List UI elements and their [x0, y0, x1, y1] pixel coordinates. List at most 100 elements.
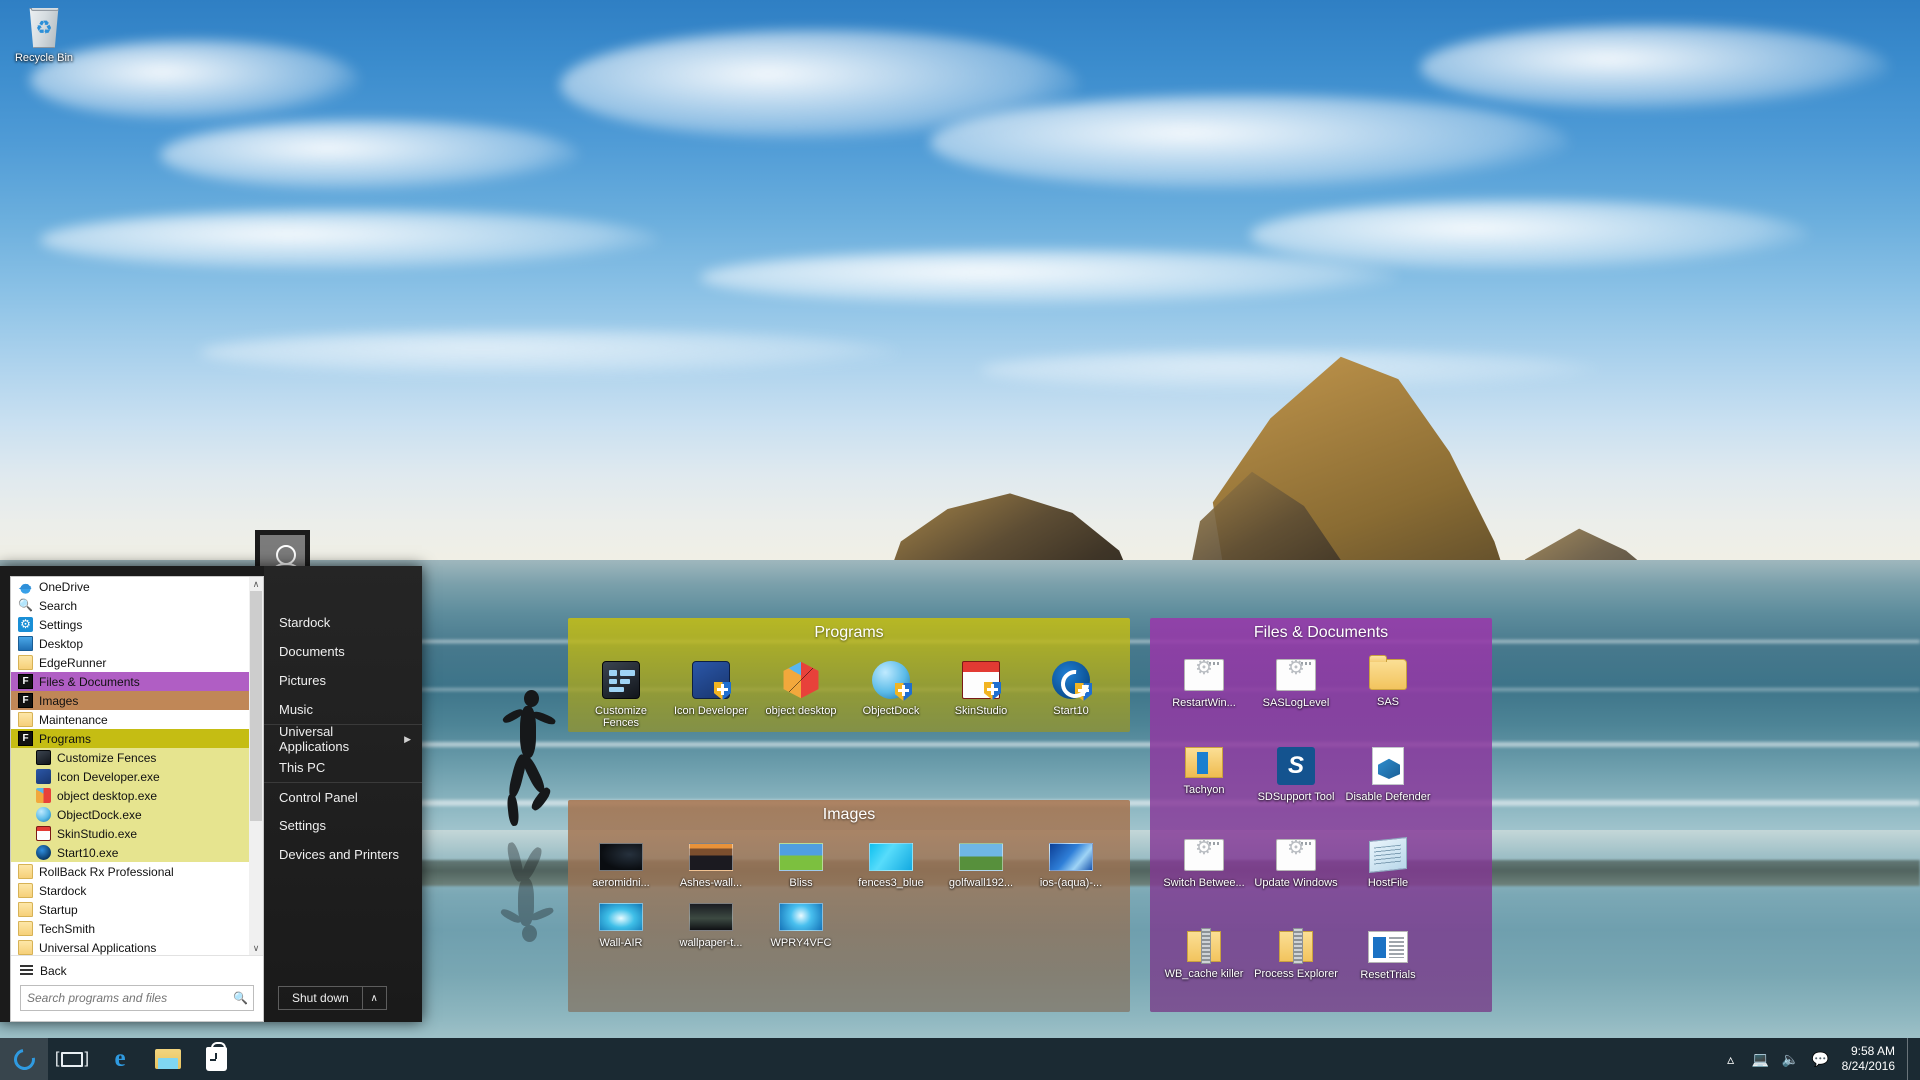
desktop-icon: [18, 636, 33, 651]
start-menu-right-item-control-panel[interactable]: Control Panel: [264, 782, 422, 811]
start-menu-right-item-documents[interactable]: Documents: [264, 637, 422, 666]
edge-button[interactable]: e: [96, 1038, 144, 1080]
start-menu-item-search[interactable]: Search: [11, 596, 249, 615]
fence-item[interactable]: SDSupport Tool: [1250, 741, 1342, 833]
folder-icon: [18, 902, 33, 917]
fence-files-documents[interactable]: Files & Documents RestartWin... SASLogLe…: [1150, 618, 1492, 1012]
start-menu-right-item-music[interactable]: Music: [264, 695, 422, 724]
start-menu-item-settings[interactable]: Settings: [11, 615, 249, 634]
start-menu-item-edgerunner[interactable]: EdgeRunner: [11, 653, 249, 672]
start-menu-item-label: SkinStudio.exe: [57, 827, 137, 841]
store-button[interactable]: [192, 1038, 240, 1080]
fence-item[interactable]: Customize Fences: [576, 655, 666, 732]
fence-item[interactable]: Icon Developer: [666, 655, 756, 732]
start-menu-item-start10[interactable]: Start10.exe: [11, 843, 249, 862]
fence-item[interactable]: Start10: [1026, 655, 1116, 732]
start-menu-item-programs[interactable]: Programs: [11, 729, 249, 748]
fence-item[interactable]: WPRY4VFC: [756, 897, 846, 957]
fence-item[interactable]: golfwall192...: [936, 837, 1026, 897]
start-menu-item-images[interactable]: Images: [11, 691, 249, 710]
show-hidden-icons-chevron-icon[interactable]: ▵: [1716, 1051, 1746, 1068]
folder-files-icon: [1369, 659, 1407, 690]
scrollbar-thumb[interactable]: [250, 591, 262, 821]
fence-item[interactable]: ObjectDock: [846, 655, 936, 732]
task-view-button[interactable]: [48, 1038, 96, 1080]
start-menu-scrollbar[interactable]: ∧ ∨: [249, 577, 263, 955]
start-menu-back-button[interactable]: Back: [11, 955, 263, 985]
start-menu-item-object-desktop[interactable]: object desktop.exe: [11, 786, 249, 805]
start-menu-right-item-stardock[interactable]: Stardock: [264, 608, 422, 637]
fence-item[interactable]: wallpaper-t...: [666, 897, 756, 957]
start-menu-item-maintenance[interactable]: Maintenance: [11, 710, 249, 729]
right-item-label: Control Panel: [279, 790, 358, 805]
start-menu-item-stardock[interactable]: Stardock: [11, 881, 249, 900]
taskbar[interactable]: e ▵ 💻 🔈 💬 9:58 AM 8/24/2016: [0, 1038, 1920, 1080]
start-menu-right-item-this-pc[interactable]: This PC: [264, 753, 422, 782]
fence-item[interactable]: Tachyon: [1158, 741, 1250, 833]
shutdown-button[interactable]: Shut down: [278, 986, 363, 1010]
fence-item[interactable]: HostFile: [1342, 833, 1434, 925]
start-menu-item-onedrive[interactable]: OneDrive: [11, 577, 249, 596]
start-menu-item-desktop[interactable]: Desktop: [11, 634, 249, 653]
scroll-up-arrow-icon[interactable]: ∧: [249, 577, 263, 591]
start-menu-program-list[interactable]: OneDrive Search Settings Desktop EdgeRun…: [11, 577, 263, 955]
search-icon[interactable]: 🔍: [233, 991, 247, 1005]
shutdown-options-chevron-icon[interactable]: ∧: [363, 986, 387, 1010]
fence-item[interactable]: Wall-AIR: [576, 897, 666, 957]
fence-item[interactable]: Process Explorer: [1250, 925, 1342, 1012]
gear-icon: [18, 617, 33, 632]
start-menu-item-objectdock[interactable]: ObjectDock.exe: [11, 805, 249, 824]
fence-item[interactable]: RestartWin...: [1158, 653, 1250, 741]
start-menu-item-files-documents[interactable]: Files & Documents: [11, 672, 249, 691]
start-menu-right-item-pictures[interactable]: Pictures: [264, 666, 422, 695]
fence-programs[interactable]: Programs Customize Fences Icon Developer…: [568, 618, 1130, 732]
clock[interactable]: 9:58 AM 8/24/2016: [1836, 1044, 1907, 1074]
fence-item[interactable]: object desktop: [756, 655, 846, 732]
scroll-down-arrow-icon[interactable]: ∨: [249, 941, 263, 955]
fence-item-label: SAS: [1342, 696, 1434, 708]
desktop-icon-recycle-bin[interactable]: Recycle Bin: [6, 8, 82, 64]
fence-item[interactable]: aeromidni...: [576, 837, 666, 897]
fence-item[interactable]: ResetTrials: [1342, 925, 1434, 1012]
fence-item[interactable]: Ashes-wall...: [666, 837, 756, 897]
show-desktop-button[interactable]: [1907, 1038, 1914, 1080]
search-input[interactable]: [27, 991, 233, 1005]
start-menu-item-skinstudio[interactable]: SkinStudio.exe: [11, 824, 249, 843]
file-explorer-button[interactable]: [144, 1038, 192, 1080]
fence-item[interactable]: Disable Defender: [1342, 741, 1434, 833]
fence-title: Files & Documents: [1150, 618, 1492, 649]
back-label: Back: [40, 964, 67, 978]
start-menu-item-universal-applications[interactable]: Universal Applications: [11, 938, 249, 955]
fence-icon: [18, 731, 33, 746]
network-icon[interactable]: 💻: [1746, 1051, 1776, 1068]
fence-item-label: WPRY4VFC: [756, 937, 846, 949]
start-menu-item-techsmith[interactable]: TechSmith: [11, 919, 249, 938]
start-button[interactable]: [0, 1038, 48, 1080]
start-menu-right-item-settings[interactable]: Settings: [264, 811, 422, 840]
start-menu-item-startup[interactable]: Startup: [11, 900, 249, 919]
start-menu-item-rollback-rx[interactable]: RollBack Rx Professional: [11, 862, 249, 881]
fence-item[interactable]: WB_cache killer: [1158, 925, 1250, 1012]
start-menu-right-item-universal-applications[interactable]: Universal Applications ▶: [264, 724, 422, 753]
fence-item-label: SDSupport Tool: [1250, 791, 1342, 803]
volume-icon[interactable]: 🔈: [1776, 1051, 1806, 1068]
fence-item[interactable]: Bliss: [756, 837, 846, 897]
start-menu-item-icon-developer[interactable]: Icon Developer.exe: [11, 767, 249, 786]
system-tray[interactable]: ▵ 💻 🔈 💬 9:58 AM 8/24/2016: [1716, 1038, 1920, 1080]
fence-item[interactable]: SkinStudio: [936, 655, 1026, 732]
start-menu-item-customize-fences[interactable]: Customize Fences: [11, 748, 249, 767]
fence-item[interactable]: SASLogLevel: [1250, 653, 1342, 741]
start-menu[interactable]: OneDrive Search Settings Desktop EdgeRun…: [0, 566, 422, 1022]
fence-item[interactable]: SAS: [1342, 653, 1434, 741]
action-center-icon[interactable]: 💬: [1806, 1051, 1836, 1068]
start-menu-right-item-devices-and-printers[interactable]: Devices and Printers: [264, 840, 422, 869]
fence-item[interactable]: Update Windows: [1250, 833, 1342, 925]
fence-item[interactable]: fences3_blue: [846, 837, 936, 897]
object-desktop-icon: [782, 661, 820, 699]
fence-item[interactable]: ios-(aqua)-...: [1026, 837, 1116, 897]
chevron-right-icon: ▶: [404, 734, 411, 745]
shutdown-control[interactable]: Shut down ∧: [278, 986, 387, 1010]
start-menu-search-box[interactable]: 🔍: [20, 985, 254, 1011]
fence-images[interactable]: Images aeromidni... Ashes-wall... Bliss …: [568, 800, 1130, 1012]
fence-item[interactable]: Switch Betwee...: [1158, 833, 1250, 925]
